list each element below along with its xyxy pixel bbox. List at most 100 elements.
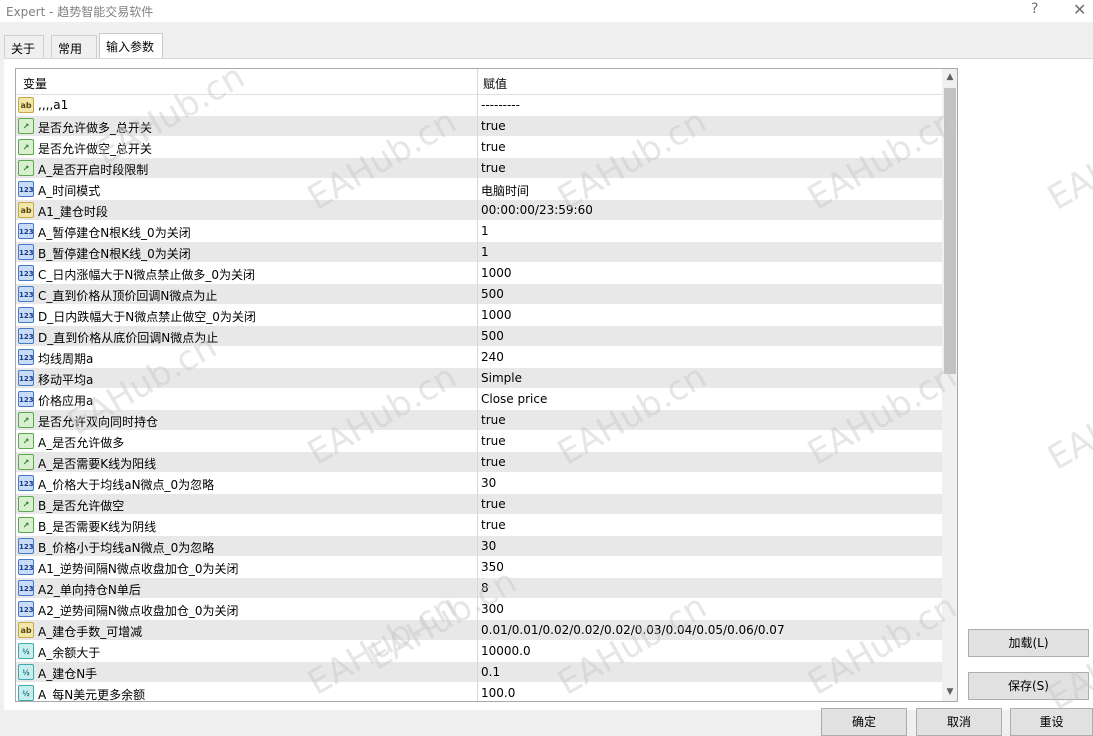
parameter-value[interactable]: 1 [481,245,489,259]
parameter-value[interactable]: 500 [481,329,504,343]
parameter-name: A_时间模式 [38,184,101,198]
parameter-value[interactable]: 1 [481,224,489,238]
bool-type-icon: ↗ [18,433,34,449]
table-row[interactable]: ↗ 是否允许双向同时持仓 true [16,410,942,431]
scroll-down-icon[interactable]: ▼ [942,684,957,701]
table-row[interactable]: ↗ B_是否需要K线为阴线 true [16,515,942,536]
scroll-thumb[interactable] [944,88,956,374]
tab-common[interactable]: 常用 [51,35,97,59]
header-value[interactable]: 赋值 [483,75,507,92]
parameter-name: 均线周期a [38,352,94,366]
parameter-name: A1_建仓时段 [38,205,108,219]
bool-type-icon: ↗ [18,517,34,533]
table-row[interactable]: 123 A_价格大于均线aN微点_0为忽略 30 [16,473,942,494]
parameter-value[interactable]: 10000.0 [481,644,531,658]
close-button[interactable]: ✕ [1073,0,1086,19]
parameter-value[interactable]: 电脑时间 [481,182,529,199]
table-row[interactable]: ab ,,,,a1 --------- [16,95,942,116]
parameter-value[interactable]: 0.01/0.01/0.02/0.02/0.02/0.03/0.04/0.05/… [481,623,785,637]
parameter-value[interactable]: true [481,455,506,469]
grid-rows: ab ,,,,a1 --------- ↗ 是否允许做多_总开关 true ↗ 是否允许做空_… [16,95,942,701]
parameter-value[interactable]: 30 [481,476,496,490]
parameter-name: A_是否开启时段限制 [38,163,149,177]
tab-about[interactable]: 关于 [4,35,44,59]
save-button[interactable]: 保存(S) [968,672,1089,700]
parameter-value[interactable]: Close price [481,392,547,406]
parameter-value[interactable]: --------- [481,98,520,112]
dbl-type-icon: ½ [18,643,34,659]
scroll-up-icon[interactable]: ▲ [942,69,957,86]
cancel-button[interactable]: 取消 [916,708,1002,736]
parameter-value[interactable]: true [481,497,506,511]
table-row[interactable]: ↗ A_是否允许做多 true [16,431,942,452]
parameter-name: B_价格小于均线aN微点_0为忽略 [38,541,215,555]
table-row[interactable]: ½ A_余额大于 10000.0 [16,641,942,662]
int-type-icon: 123 [18,181,34,197]
table-row[interactable]: 123 B_价格小于均线aN微点_0为忽略 30 [16,536,942,557]
table-row[interactable]: 123 价格应用a Close price [16,389,942,410]
table-row[interactable]: ↗ A_是否需要K线为阳线 true [16,452,942,473]
ab-type-icon: ab [18,622,34,638]
table-row[interactable]: 123 B_暂停建仓N根K线_0为关闭 1 [16,242,942,263]
load-button[interactable]: 加载(L) [968,629,1089,657]
parameter-value[interactable]: 500 [481,287,504,301]
parameter-value[interactable]: 100.0 [481,686,515,700]
parameter-value[interactable]: 300 [481,602,504,616]
ok-button[interactable]: 确定 [821,708,907,736]
table-row[interactable]: ↗ A_是否开启时段限制 true [16,158,942,179]
table-row[interactable]: 123 A2_单向持仓N单后 8 [16,578,942,599]
table-row[interactable]: ½ A_每N美元更多余额 100.0 [16,683,942,701]
parameter-value[interactable]: 00:00:00/23:59:60 [481,203,593,217]
parameter-value[interactable]: 30 [481,539,496,553]
parameter-name: A_暂停建仓N根K线_0为关闭 [38,226,191,240]
parameter-value[interactable]: 0.1 [481,665,500,679]
parameter-value[interactable]: true [481,119,506,133]
table-row[interactable]: 123 A_时间模式 电脑时间 [16,179,942,200]
vertical-scrollbar[interactable]: ▲ ▼ [942,69,957,701]
table-row[interactable]: 123 A_暂停建仓N根K线_0为关闭 1 [16,221,942,242]
table-row[interactable]: ↗ B_是否允许做空 true [16,494,942,515]
parameter-name: D_日内跌幅大于N微点禁止做空_0为关闭 [38,310,256,324]
table-row[interactable]: ½ A_建仓N手 0.1 [16,662,942,683]
parameter-value[interactable]: true [481,434,506,448]
parameter-value[interactable]: 1000 [481,308,512,322]
int-type-icon: 123 [18,475,34,491]
parameter-value[interactable]: 8 [481,581,489,595]
parameter-value[interactable]: 240 [481,350,504,364]
parameter-value[interactable]: true [481,140,506,154]
parameter-name: 价格应用a [38,394,94,408]
parameter-name: C_直到价格从顶价回调N微点为止 [38,289,218,303]
int-type-icon: 123 [18,538,34,554]
table-row[interactable]: 123 D_日内跌幅大于N微点禁止做空_0为关闭 1000 [16,305,942,326]
table-row[interactable]: 123 C_日内涨幅大于N微点禁止做多_0为关闭 1000 [16,263,942,284]
int-type-icon: 123 [18,328,34,344]
tab-input-parameters[interactable]: 输入参数 [99,33,163,59]
table-row[interactable]: 123 移动平均a Simple [16,368,942,389]
parameter-value[interactable]: true [481,518,506,532]
table-row[interactable]: ab A_建仓手数_可增减 0.01/0.01/0.02/0.02/0.02/0.0… [16,620,942,641]
window-title: Expert - 趋势智能交易软件 [6,5,154,19]
table-row[interactable]: 123 A1_逆势间隔N微点收盘加仓_0为关闭 350 [16,557,942,578]
table-row[interactable]: 123 A2_逆势间隔N微点收盘加仓_0为关闭 300 [16,599,942,620]
table-row[interactable]: 123 D_直到价格从底价回调N微点为止 500 [16,326,942,347]
bool-type-icon: ↗ [18,496,34,512]
parameter-name: A_是否允许做多 [38,436,125,450]
parameter-value[interactable]: 1000 [481,266,512,280]
dbl-type-icon: ½ [18,664,34,680]
table-row[interactable]: ↗ 是否允许做空_总开关 true [16,137,942,158]
parameter-value[interactable]: 350 [481,560,504,574]
parameter-value[interactable]: true [481,413,506,427]
parameter-name: 是否允许做多_总开关 [38,121,153,135]
parameter-value[interactable]: Simple [481,371,522,385]
help-button[interactable]: ? [1031,1,1038,17]
table-row[interactable]: ↗ 是否允许做多_总开关 true [16,116,942,137]
table-row[interactable]: 123 均线周期a 240 [16,347,942,368]
table-row[interactable]: ab A1_建仓时段 00:00:00/23:59:60 [16,200,942,221]
reset-button[interactable]: 重设 [1010,708,1093,736]
parameter-name: C_日内涨幅大于N微点禁止做多_0为关闭 [38,268,255,282]
parameter-name: 移动平均a [38,373,94,387]
parameter-value[interactable]: true [481,161,506,175]
table-row[interactable]: 123 C_直到价格从顶价回调N微点为止 500 [16,284,942,305]
column-separator[interactable] [477,69,478,701]
header-variable[interactable]: 变量 [23,75,47,92]
